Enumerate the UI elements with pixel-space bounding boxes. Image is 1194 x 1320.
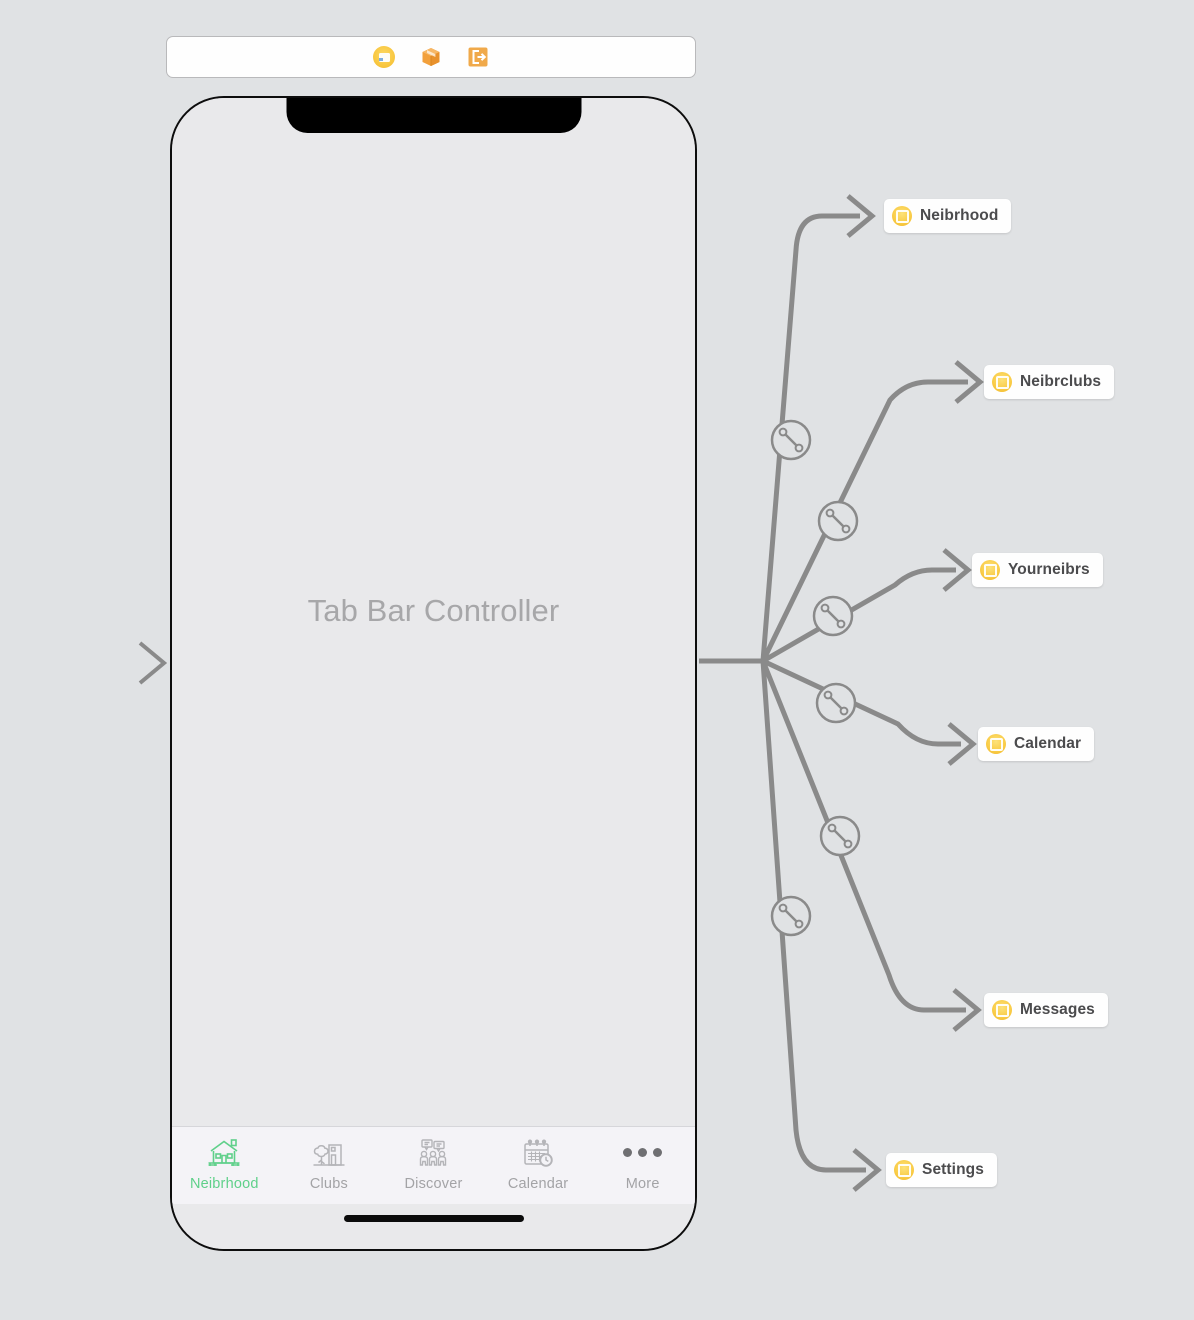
home-indicator xyxy=(343,1215,524,1222)
relationship-segue-badge[interactable] xyxy=(819,815,861,857)
house-icon xyxy=(207,1136,241,1169)
storyboard-canvas: Tab Bar Controller Neibrhood Clubs Disco… xyxy=(0,0,1194,1320)
destination-label: Settings xyxy=(922,1161,984,1178)
page-title: Tab Bar Controller xyxy=(307,593,560,628)
destination-scene-yourneibrs[interactable]: Yourneibrs xyxy=(972,553,1103,587)
storyboard-entry-arrow xyxy=(44,641,168,685)
destination-scene-neibrclubs[interactable]: Neibrclubs xyxy=(984,365,1115,399)
tab-label: Calendar xyxy=(507,1176,569,1192)
destination-label: Yourneibrs xyxy=(1008,561,1090,578)
tab-calendar[interactable]: Calendar xyxy=(486,1136,591,1192)
destination-label: Messages xyxy=(1020,1001,1095,1018)
destination-scene-settings[interactable]: Settings xyxy=(886,1153,997,1187)
destination-scene-neibrhood[interactable]: Neibrhood xyxy=(884,199,1012,233)
destination-label: Neibrhood xyxy=(920,207,999,224)
view-controller-icon xyxy=(992,372,1012,392)
tree-shop-icon xyxy=(312,1136,346,1169)
view-controller-icon xyxy=(980,560,1000,580)
relationship-segue-badge[interactable] xyxy=(770,895,812,937)
destination-scene-calendar[interactable]: Calendar xyxy=(978,727,1095,761)
relationship-segue-badge[interactable] xyxy=(817,500,859,542)
relationship-segue-badge[interactable] xyxy=(815,682,857,724)
scene-dock-toolbar xyxy=(166,36,696,78)
view-controller-icon xyxy=(894,1160,914,1180)
destination-label: Calendar xyxy=(1014,735,1082,752)
phone-notch xyxy=(286,98,581,133)
tab-more[interactable]: More xyxy=(590,1136,695,1192)
tab-label: Clubs xyxy=(309,1176,348,1192)
ellipsis-icon xyxy=(623,1136,663,1169)
people-chat-icon xyxy=(416,1136,450,1169)
destination-label: Neibrclubs xyxy=(1020,373,1102,390)
view-controller-icon xyxy=(992,1000,1012,1020)
iphone-scene-frame: Tab Bar Controller Neibrhood Clubs Disco… xyxy=(170,96,697,1251)
segue-wire-messages xyxy=(760,660,966,1013)
calendar-clock-icon xyxy=(521,1136,555,1169)
view-controller-icon xyxy=(892,206,912,226)
scene-canvas xyxy=(172,98,695,1249)
view-controller-icon[interactable] xyxy=(373,46,395,68)
tab-clubs[interactable]: Clubs xyxy=(277,1136,382,1192)
tab-discover[interactable]: Discover xyxy=(381,1136,486,1192)
relationship-segue-badge[interactable] xyxy=(812,595,854,637)
cube-icon[interactable] xyxy=(420,46,442,68)
tab-neibrhood[interactable]: Neibrhood xyxy=(172,1136,277,1192)
tab-label: Discover xyxy=(404,1176,463,1192)
segue-wire-yourneibrs xyxy=(761,567,956,664)
view-controller-icon xyxy=(986,734,1006,754)
tab-bar: Neibrhood Clubs Discover Calendar More xyxy=(172,1126,695,1204)
destination-scene-messages[interactable]: Messages xyxy=(984,993,1108,1027)
relationship-segue-badge[interactable] xyxy=(770,419,812,461)
tab-label: Neibrhood xyxy=(189,1176,259,1192)
exit-icon[interactable] xyxy=(467,46,489,68)
tab-label: More xyxy=(625,1176,660,1192)
